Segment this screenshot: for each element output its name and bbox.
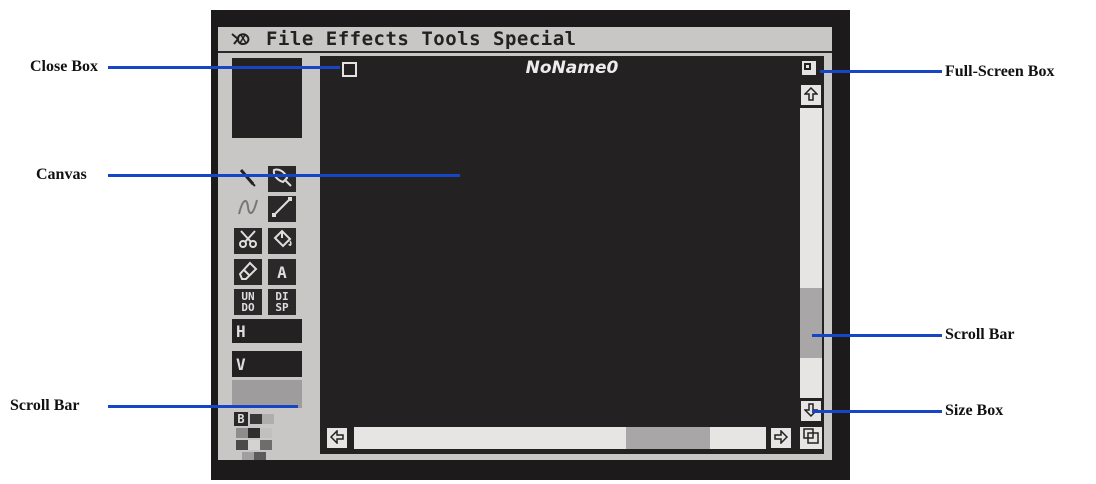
vertical-toggle[interactable]: V — [232, 351, 302, 377]
palette-cell[interactable] — [248, 428, 260, 438]
callout-line-close-box — [108, 66, 340, 69]
callout-line-size-box — [812, 410, 942, 413]
arrow-right-icon — [774, 428, 789, 448]
menu-file[interactable]: File — [266, 28, 314, 50]
display-button[interactable]: DI SP — [266, 287, 298, 317]
tool-palette: A UN DO DI SP H V B — [228, 54, 308, 460]
screen: File Effects Tools Special A UN DO DI SP… — [218, 27, 832, 460]
b-label[interactable]: B — [234, 412, 248, 426]
callout-line-full-screen-box — [820, 70, 942, 73]
curve-tool[interactable] — [232, 194, 264, 224]
undo-button[interactable]: UN DO — [232, 287, 264, 317]
pattern-swatch[interactable] — [232, 380, 302, 408]
palette-cell[interactable] — [248, 440, 260, 450]
scroll-right-button[interactable] — [770, 427, 792, 449]
palette-cell[interactable] — [260, 440, 272, 450]
callout-line-canvas — [108, 174, 460, 177]
fill-tool[interactable] — [266, 226, 298, 256]
eraser-icon — [237, 259, 259, 285]
menu-tools[interactable]: Tools — [421, 28, 481, 50]
document-window: NoName0 — [318, 54, 826, 456]
resize-icon — [803, 428, 819, 448]
callout-close-box: Close Box — [30, 58, 98, 75]
apple-menu-icon[interactable] — [228, 30, 254, 48]
vertical-scroll-bar[interactable] — [798, 82, 824, 426]
horizontal-scroll-bar[interactable] — [322, 426, 796, 450]
text-tool[interactable]: A — [266, 257, 298, 287]
palette-cell[interactable] — [254, 452, 266, 460]
scissors-icon — [237, 228, 259, 254]
vertical-scroll-track[interactable] — [800, 108, 822, 398]
scroll-left-button[interactable] — [326, 427, 348, 449]
display-label: DI SP — [275, 290, 289, 314]
text-tool-label: A — [277, 262, 287, 282]
palette-cell[interactable] — [250, 414, 262, 424]
menu-bar: File Effects Tools Special — [218, 27, 832, 53]
vertical-scroll-thumb[interactable] — [800, 288, 822, 358]
callout-scroll-bar-horizontal: Scroll Bar — [10, 397, 80, 414]
undo-label: UN DO — [241, 290, 255, 314]
curve-icon — [237, 196, 259, 222]
menu-effects[interactable]: Effects — [326, 28, 410, 50]
horizontal-scroll-track[interactable] — [354, 427, 766, 449]
brush-preview — [232, 58, 302, 138]
palette-cell[interactable] — [262, 414, 274, 424]
brush-icon — [271, 166, 293, 192]
callout-scroll-bar-vertical: Scroll Bar — [945, 326, 1015, 343]
paint-bucket-icon — [271, 228, 293, 254]
callout-size-box: Size Box — [945, 402, 1004, 419]
h-label: H — [236, 321, 246, 341]
palette-cell[interactable] — [236, 428, 248, 438]
eraser-tool[interactable] — [232, 257, 264, 287]
line-tool[interactable] — [266, 194, 298, 224]
scroll-up-button[interactable] — [800, 84, 822, 106]
line-icon — [271, 196, 293, 222]
menu-special[interactable]: Special — [493, 28, 577, 50]
callout-full-screen-box: Full-Screen Box — [945, 63, 1055, 80]
pencil-tool[interactable] — [232, 164, 264, 194]
canvas[interactable] — [322, 82, 796, 422]
full-screen-icon — [804, 63, 811, 70]
palette-cell[interactable] — [236, 440, 248, 450]
scissors-tool[interactable] — [232, 226, 264, 256]
size-box[interactable] — [800, 427, 822, 449]
arrow-up-icon — [803, 86, 819, 105]
v-label: V — [236, 354, 246, 374]
brush-tool[interactable] — [266, 164, 298, 194]
pencil-icon — [237, 166, 259, 192]
callout-line-scroll-bar-vertical — [812, 334, 942, 337]
color-palette: B — [232, 410, 302, 460]
callout-canvas: Canvas — [36, 166, 87, 183]
palette-cell[interactable] — [260, 428, 272, 438]
callout-line-scroll-bar-horizontal — [108, 405, 298, 408]
title-bar[interactable]: NoName0 — [320, 56, 824, 80]
arrow-left-icon — [329, 428, 344, 448]
full-screen-box[interactable] — [802, 61, 816, 75]
palette-cell[interactable] — [242, 452, 254, 460]
horizontal-scroll-thumb[interactable] — [626, 427, 710, 449]
window-title: NoName0 — [525, 58, 619, 78]
horizontal-toggle[interactable]: H — [232, 319, 302, 343]
